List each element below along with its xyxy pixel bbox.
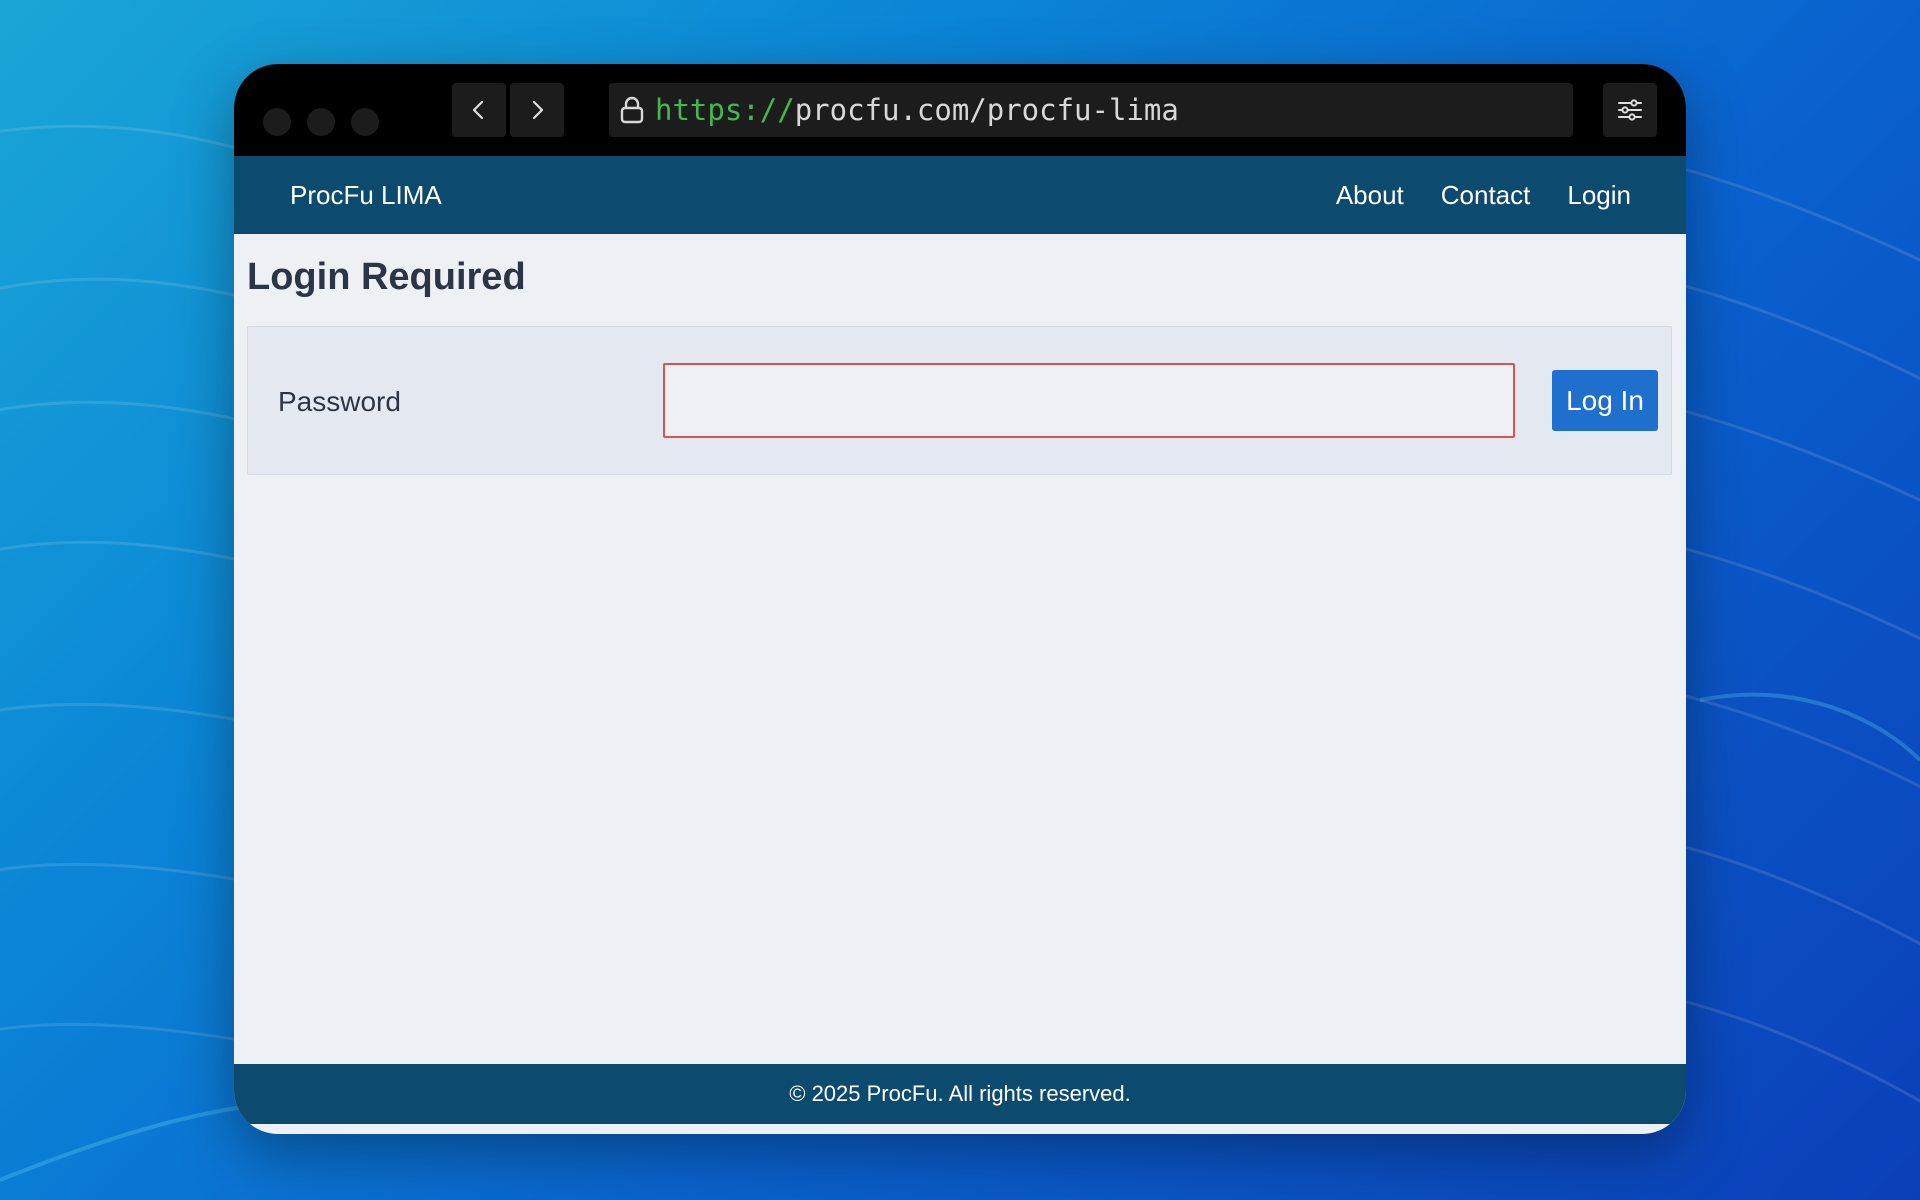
log-in-button[interactable]: Log In: [1552, 370, 1658, 431]
page-content: Login Required Password Log In: [234, 234, 1686, 964]
minimize-window-button[interactable]: [307, 108, 335, 136]
site-footer: © 2025 ProcFu. All rights reserved.: [234, 1064, 1686, 1124]
password-label: Password: [278, 386, 401, 417]
password-input[interactable]: [663, 363, 1515, 438]
close-window-button[interactable]: [263, 108, 291, 136]
nav-link-about[interactable]: About: [1336, 180, 1404, 211]
chevron-right-icon: [532, 100, 544, 120]
url-path: procfu.com/procfu-lima: [794, 93, 1179, 127]
site-brand-link[interactable]: ProcFu LIMA: [290, 156, 442, 234]
copyright-text: © 2025 ProcFu. All rights reserved.: [789, 1081, 1131, 1106]
login-form: Password Log In: [247, 326, 1672, 475]
maximize-window-button[interactable]: [351, 108, 379, 136]
nav-link-login[interactable]: Login: [1567, 180, 1631, 211]
browser-titlebar: https://procfu.com/procfu-lima: [234, 64, 1686, 156]
sliders-icon: [1618, 99, 1642, 121]
browser-menu-button[interactable]: [1603, 83, 1657, 137]
site-navbar: ProcFu LIMA About Contact Login: [234, 156, 1686, 234]
page-title: Login Required: [247, 256, 526, 298]
browser-window: https://procfu.com/procfu-lima ProcFu LI…: [234, 64, 1686, 1134]
nav-links: About Contact Login: [1336, 156, 1631, 234]
forward-button[interactable]: [510, 83, 564, 137]
chevron-left-icon: [472, 100, 484, 120]
lock-icon: [619, 96, 645, 124]
address-bar[interactable]: https://procfu.com/procfu-lima: [609, 83, 1573, 137]
nav-link-contact[interactable]: Contact: [1441, 180, 1531, 211]
back-button[interactable]: [452, 83, 506, 137]
url-text: https://procfu.com/procfu-lima: [655, 93, 1179, 127]
url-scheme: https://: [655, 93, 795, 127]
